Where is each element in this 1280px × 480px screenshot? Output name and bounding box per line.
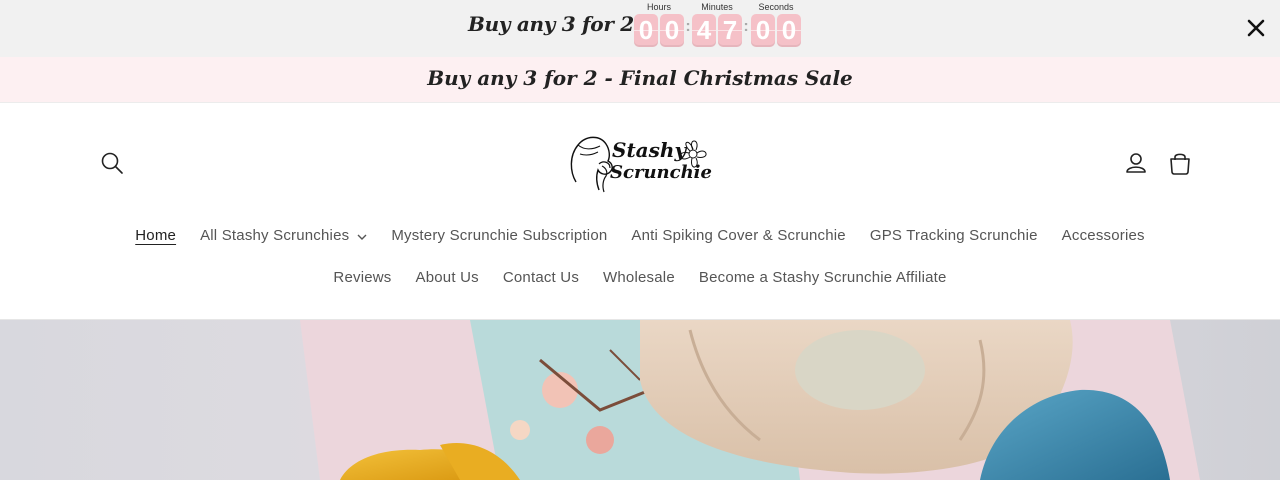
store-logo[interactable]: Stashy Scrunchie: [566, 130, 714, 196]
timer-digit: 0: [751, 14, 775, 47]
nav-item-label: About Us: [415, 268, 479, 286]
timer-hours-label: Hours: [646, 2, 671, 12]
logo-text-line2: Scrunchie: [610, 162, 712, 183]
logo-text-line1: Stashy: [612, 138, 687, 162]
nav-item-mystery-subscription[interactable]: Mystery Scrunchie Subscription: [379, 227, 619, 244]
nav-item-label: Wholesale: [603, 268, 675, 286]
close-icon[interactable]: [1244, 16, 1268, 40]
nav-item-anti-spiking[interactable]: Anti Spiking Cover & Scrunchie: [619, 227, 857, 244]
nav-item-label: GPS Tracking Scrunchie: [869, 226, 1038, 244]
nav-item-affiliate[interactable]: Become a Stashy Scrunchie Affiliate: [687, 269, 959, 286]
timer-seconds-label: Seconds: [758, 2, 794, 12]
announcement-text[interactable]: Buy any 3 for 2 - Final Christmas Sale: [0, 66, 1280, 90]
nav-item-label: All Stashy Scrunchies: [200, 226, 350, 244]
main-nav-row2: Reviews About Us Contact Us Wholesale Be…: [0, 264, 1280, 290]
timer-digit: 0: [660, 14, 684, 47]
nav-item-label: Anti Spiking Cover & Scrunchie: [631, 226, 846, 244]
nav-item-label: Contact Us: [502, 268, 580, 286]
chevron-down-icon: [357, 227, 367, 244]
nav-item-about-us[interactable]: About Us: [404, 269, 491, 286]
timer-digit: 4: [692, 14, 716, 47]
nav-item-label: Reviews: [333, 268, 392, 286]
nav-item-wholesale[interactable]: Wholesale: [591, 269, 687, 286]
timer-digit: 0: [634, 14, 658, 47]
nav-item-accessories[interactable]: Accessories: [1050, 227, 1157, 244]
nav-item-all-stashy-scrunchies[interactable]: All Stashy Scrunchies: [188, 227, 379, 244]
nav-item-reviews[interactable]: Reviews: [321, 269, 403, 286]
timer-digit: 0: [777, 14, 801, 47]
nav-item-label: Home: [135, 226, 177, 244]
hero-banner-image[interactable]: [0, 320, 1280, 480]
account-icon[interactable]: [1122, 149, 1150, 177]
timer-colon: :: [685, 18, 691, 35]
nav-item-label: Become a Stashy Scrunchie Affiliate: [698, 268, 947, 286]
site-header: Stashy Scrunchie Home All Stashy Scrunch…: [0, 103, 1280, 320]
timer-digit: 7: [718, 14, 742, 47]
nav-item-home[interactable]: Home: [123, 227, 188, 244]
nav-item-gps-tracking[interactable]: GPS Tracking Scrunchie: [858, 227, 1050, 244]
main-nav-row1: Home All Stashy Scrunchies Mystery Scrun…: [0, 222, 1280, 248]
search-icon[interactable]: [98, 149, 126, 177]
nav-item-contact-us[interactable]: Contact Us: [491, 269, 591, 286]
promo-text: Buy any 3 for 2!!: [468, 12, 651, 36]
nav-item-label: Mystery Scrunchie Subscription: [391, 226, 608, 244]
nav-item-label: Accessories: [1061, 226, 1145, 244]
hero-photo: [0, 320, 1280, 480]
promo-bar: Buy any 3 for 2!! Hours 0 0 : Minutes 4 …: [0, 0, 1280, 57]
cart-icon[interactable]: [1166, 149, 1194, 177]
timer-colon: :: [743, 18, 749, 35]
timer-minutes-label: Minutes: [701, 2, 733, 12]
announcement-bar: Buy any 3 for 2 - Final Christmas Sale: [0, 57, 1280, 103]
